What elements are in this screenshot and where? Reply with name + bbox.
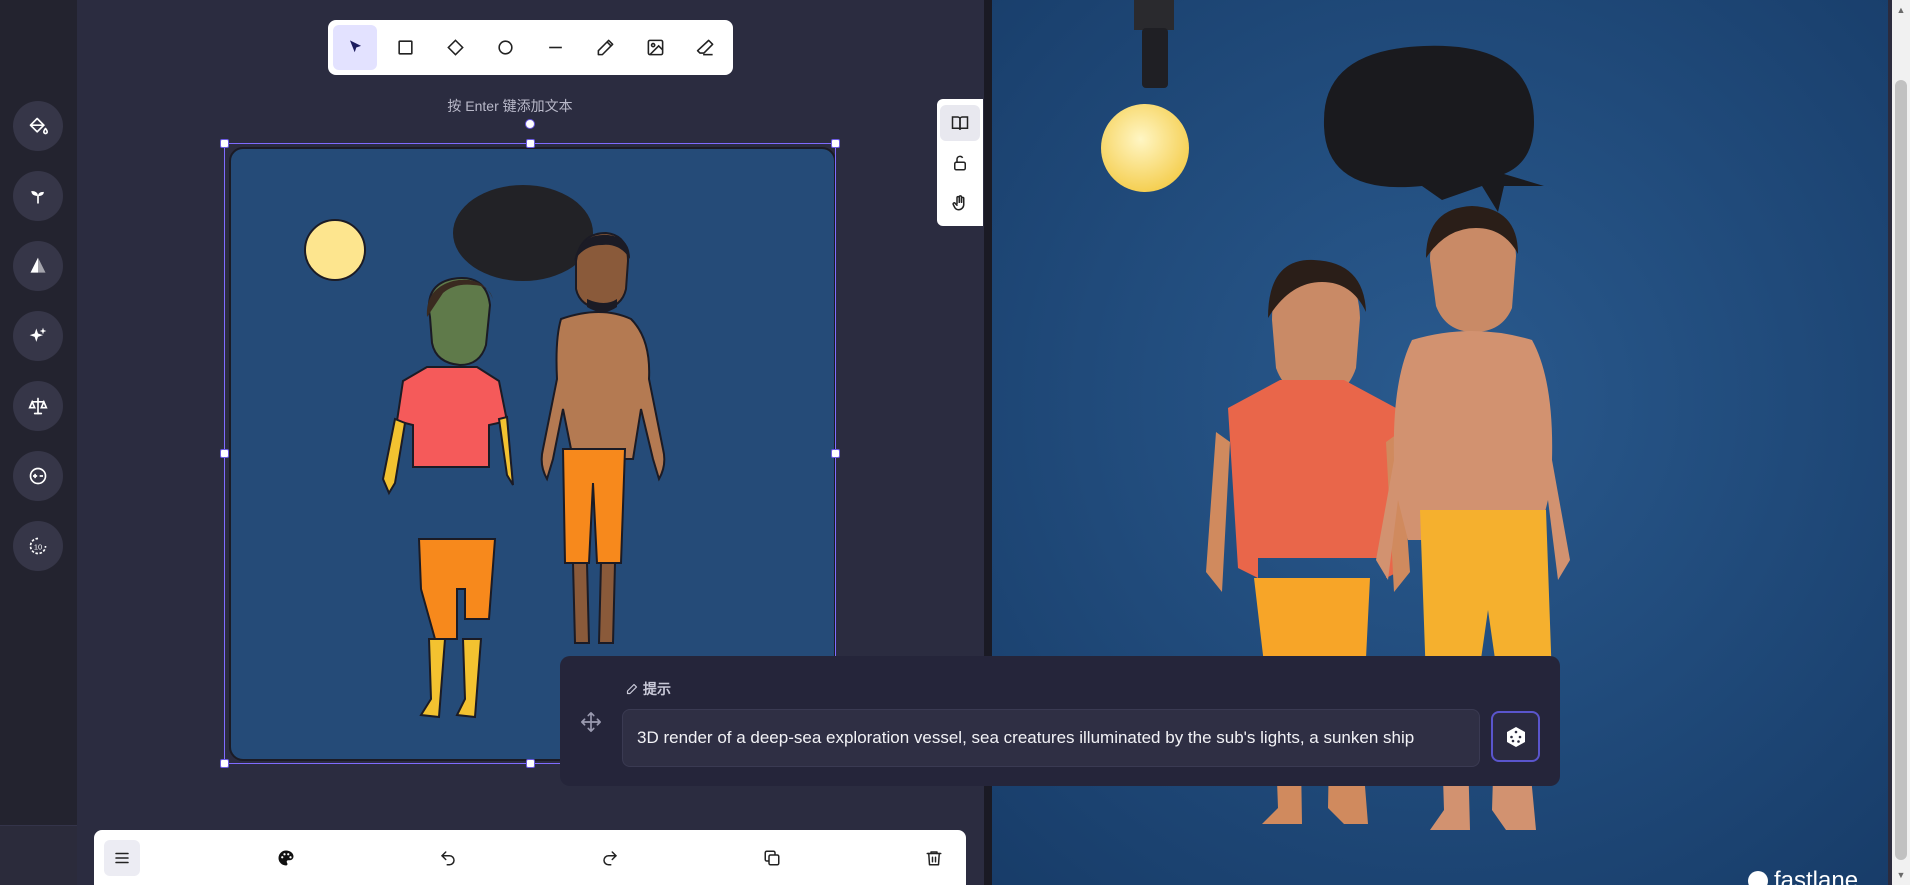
prompt-input[interactable] xyxy=(622,709,1480,767)
hand-icon xyxy=(952,195,965,211)
resize-handle-w[interactable] xyxy=(220,449,229,458)
scale-icon[interactable] xyxy=(13,381,63,431)
bottom-action-bar xyxy=(94,830,966,885)
exposure-icon[interactable] xyxy=(13,451,63,501)
redo-icon xyxy=(603,851,617,866)
trash-icon xyxy=(926,851,942,866)
fastlane-logo-icon xyxy=(1748,871,1768,885)
rectangle-tool[interactable] xyxy=(383,25,427,70)
sprout-icon[interactable] xyxy=(13,171,63,221)
dark-blob-shape xyxy=(453,185,593,281)
timer-10-icon[interactable]: 10 xyxy=(13,521,63,571)
cursor-icon xyxy=(349,40,361,53)
rotate-handle[interactable] xyxy=(525,119,535,129)
line-icon xyxy=(549,46,562,49)
moon-shape xyxy=(304,219,366,281)
sparkles-icon[interactable] xyxy=(13,311,63,361)
text-hint: 按 Enter 键添加文本 xyxy=(447,98,573,114)
svg-text:10: 10 xyxy=(34,542,42,551)
figure-right xyxy=(540,231,666,644)
menu-button[interactable] xyxy=(104,840,140,876)
dice-icon xyxy=(1506,726,1525,747)
canvas-side-toolbar xyxy=(937,99,983,226)
pencil-tool[interactable] xyxy=(584,25,628,70)
resize-handle-e[interactable] xyxy=(831,449,840,458)
scrollbar-thumb[interactable] xyxy=(1895,80,1907,860)
palette-button[interactable] xyxy=(268,840,304,876)
diamond-tool[interactable] xyxy=(433,25,477,70)
left-tool-rail: 10 xyxy=(0,0,77,885)
rail-footer xyxy=(0,825,77,885)
paint-bucket-icon[interactable] xyxy=(13,101,63,151)
book-icon xyxy=(951,116,969,130)
lock-button[interactable] xyxy=(940,145,980,181)
redo-button[interactable] xyxy=(592,840,628,876)
image-icon xyxy=(647,39,664,56)
resize-handle-nw[interactable] xyxy=(220,139,229,148)
prompt-title: 提示 xyxy=(626,679,671,699)
delete-button[interactable] xyxy=(916,840,952,876)
eraser-tool[interactable] xyxy=(684,25,728,70)
brand-name: fastlane xyxy=(1774,867,1859,885)
diamond-icon xyxy=(447,39,464,56)
line-tool[interactable] xyxy=(534,25,578,70)
figure-left xyxy=(381,277,514,719)
duplicate-icon xyxy=(764,850,780,866)
rectangle-icon xyxy=(398,40,413,55)
undo-icon xyxy=(441,851,455,866)
undo-button[interactable] xyxy=(430,840,466,876)
pan-button[interactable] xyxy=(940,185,980,221)
resize-handle-s[interactable] xyxy=(526,759,535,768)
duplicate-button[interactable] xyxy=(754,840,790,876)
library-button[interactable] xyxy=(940,105,980,141)
resize-handle-ne[interactable] xyxy=(831,139,840,148)
shape-toolbar xyxy=(328,20,733,75)
resize-handle-n[interactable] xyxy=(526,139,535,148)
random-prompt-button[interactable] xyxy=(1491,711,1540,762)
eraser-icon xyxy=(697,39,714,56)
pencil-icon xyxy=(597,39,614,56)
image-tool[interactable] xyxy=(634,25,678,70)
resize-handle-sw[interactable] xyxy=(220,759,229,768)
prompt-title-label: 提示 xyxy=(643,681,671,697)
circle-icon xyxy=(498,40,513,55)
scroll-down-arrow[interactable]: ▼ xyxy=(1895,869,1907,881)
brand-watermark: fastlane xyxy=(1748,867,1858,885)
circle-tool[interactable] xyxy=(483,25,527,70)
move-icon[interactable] xyxy=(580,711,602,733)
scroll-up-arrow[interactable]: ▲ xyxy=(1895,4,1907,16)
unlock-icon xyxy=(954,155,966,171)
cursor-tool[interactable] xyxy=(333,25,378,70)
menu-icon xyxy=(115,852,129,864)
palette-icon xyxy=(278,850,294,866)
pencil-icon xyxy=(626,683,638,695)
pyramid-icon[interactable] xyxy=(13,241,63,291)
